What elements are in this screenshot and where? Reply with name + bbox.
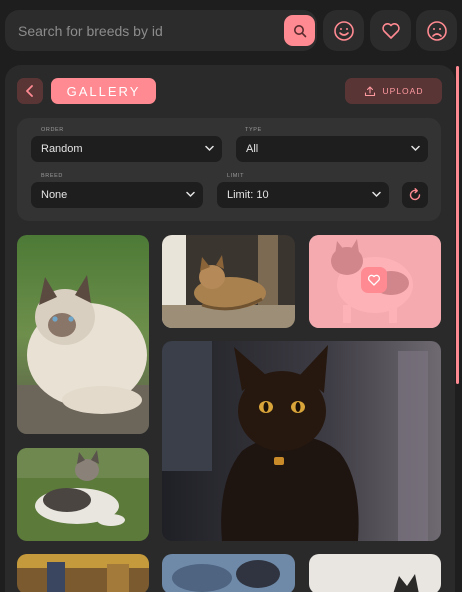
- upload-icon: [364, 86, 375, 97]
- likes-button[interactable]: [323, 10, 364, 51]
- scrollbar[interactable]: [456, 66, 459, 384]
- gallery-image[interactable]: [162, 341, 441, 541]
- refresh-icon: [409, 188, 421, 201]
- search-icon: [293, 24, 306, 37]
- search-input[interactable]: [5, 10, 275, 51]
- sad-icon: [426, 20, 447, 41]
- gallery-image[interactable]: [162, 554, 295, 592]
- upload-label: UPLOAD: [382, 86, 424, 96]
- filters-box: ORDER Random TYPE All BREED None LIMIT L…: [17, 118, 441, 221]
- order-select[interactable]: Random: [31, 136, 222, 162]
- page-title: GALLERY: [51, 78, 156, 104]
- breed-value: None: [41, 189, 68, 201]
- chevron-down-icon: [411, 145, 420, 152]
- chevron-down-icon: [372, 191, 381, 198]
- back-button[interactable]: [17, 78, 43, 104]
- dislikes-button[interactable]: [416, 10, 457, 51]
- gallery-image[interactable]: [162, 235, 295, 328]
- gallery-image[interactable]: [17, 235, 149, 434]
- breed-label: BREED: [41, 173, 63, 179]
- upload-button[interactable]: UPLOAD: [345, 78, 442, 104]
- gallery-image[interactable]: [17, 554, 149, 592]
- type-value: All: [246, 143, 259, 155]
- limit-label: LIMIT: [227, 173, 245, 179]
- order-label: ORDER: [41, 127, 64, 133]
- search-bar: [5, 10, 317, 51]
- heart-icon: [381, 22, 400, 39]
- search-button[interactable]: [284, 15, 315, 46]
- heart-icon: [368, 274, 380, 286]
- refresh-button[interactable]: [402, 182, 428, 208]
- breed-select[interactable]: None: [31, 182, 203, 208]
- favourites-button[interactable]: [370, 10, 411, 51]
- smile-icon: [333, 20, 354, 41]
- gallery-panel: GALLERY UPLOAD ORDER Random TYPE All BRE…: [5, 65, 455, 592]
- limit-select[interactable]: Limit: 10: [217, 182, 389, 208]
- type-label: TYPE: [245, 127, 262, 133]
- gallery-image[interactable]: [309, 554, 441, 592]
- limit-value: Limit: 10: [227, 189, 269, 201]
- gallery-image-hovered[interactable]: [309, 235, 441, 328]
- order-value: Random: [41, 143, 83, 155]
- chevron-down-icon: [186, 191, 195, 198]
- chevron-down-icon: [205, 145, 214, 152]
- type-select[interactable]: All: [236, 136, 428, 162]
- add-favourite-button[interactable]: [361, 267, 387, 293]
- chevron-left-icon: [26, 85, 33, 97]
- gallery-image[interactable]: [17, 448, 149, 541]
